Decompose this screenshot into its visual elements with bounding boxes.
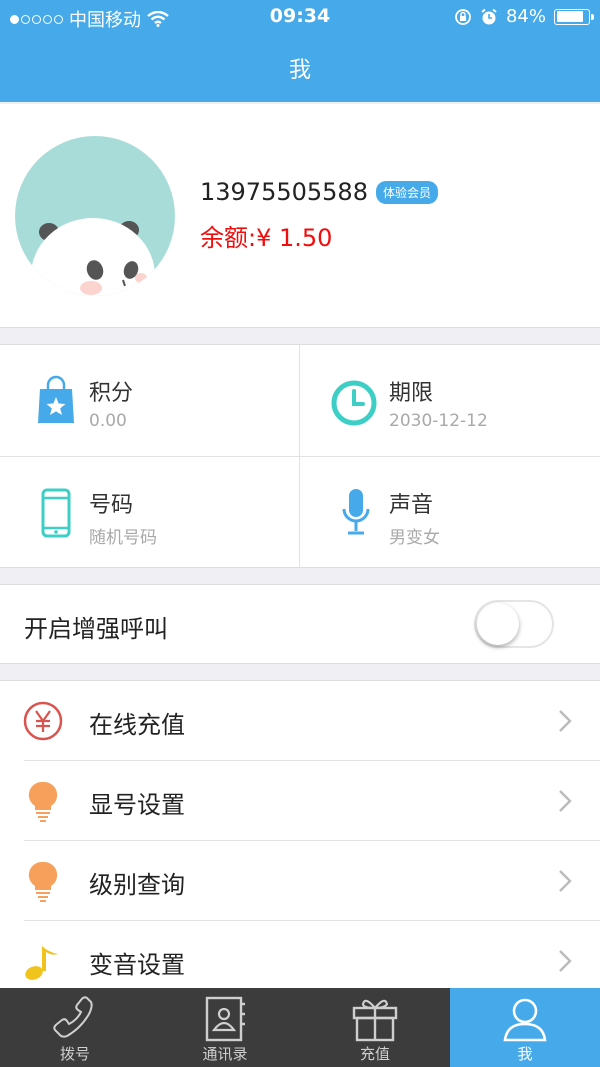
stat-points-value: 0.00 [89,411,127,431]
tab-bar: 拨号 通讯录 充值 我 [0,988,600,1067]
grid-divider-horizontal [0,456,600,457]
stats-grid: 积分 0.00 期限 2030-12-12 号码 随机号码 声音 男变女 [0,344,600,569]
stat-number-title: 号码 [89,493,134,518]
enhanced-call-toggle[interactable] [474,600,554,648]
member-badge: 体验会员 [375,180,438,204]
tab-me-label: 我 [517,1045,533,1063]
yen-circle-icon [23,701,63,741]
status-bar: 中国移动 09:34 84% [0,0,600,34]
panda-avatar[interactable] [15,136,175,296]
chevron-right-icon [559,870,572,892]
mobile-phone-icon [41,488,71,538]
stat-points[interactable]: 积分 0.00 [0,345,300,457]
tab-recharge-label: 充值 [359,1045,390,1063]
rotation-lock-icon [455,8,471,25]
microphone-icon [342,489,370,535]
stat-voice[interactable]: 声音 男变女 [300,457,600,569]
tab-dial[interactable]: 拨号 [0,988,150,1067]
profile-card[interactable]: 13975505588 体验会员 余额:¥ 1.50 [0,104,600,328]
shopping-bag-star-icon [38,375,74,423]
stat-expiry-value: 2030-12-12 [389,411,488,431]
settings-menu: 在线充值 显号设置 级别查询 变音设置 [0,680,600,990]
stat-expiry-title: 期限 [389,381,434,406]
battery-fill [556,11,583,22]
phone-handset-icon [53,996,93,1038]
stat-voice-title: 声音 [389,493,434,518]
phone-number: 13975505588 体验会员 [200,178,438,206]
menu-item-label: 在线充值 [89,711,185,739]
lightbulb-icon [28,861,58,902]
music-note-icon [25,946,58,980]
enhanced-call-label: 开启增强呼叫 [24,615,168,643]
gift-box-icon [352,999,398,1042]
stat-number[interactable]: 号码 随机号码 [0,457,300,569]
contacts-book-icon [205,996,245,1042]
stat-points-title: 积分 [89,381,134,406]
user-icon [503,998,547,1042]
stat-voice-value: 男变女 [389,528,440,548]
menu-item-voice-change[interactable]: 变音设置 [0,921,600,990]
menu-item-caller-id[interactable]: 显号设置 [0,761,600,841]
battery-percent: 84% [505,6,546,27]
grid-divider-vertical [299,345,300,569]
enhanced-call-row: 开启增强呼叫 [0,584,600,664]
menu-item-label: 级别查询 [89,871,185,899]
menu-item-level-query[interactable]: 级别查询 [0,841,600,921]
tab-me[interactable]: 我 [450,988,600,1067]
tab-contacts-label: 通讯录 [202,1045,248,1063]
menu-item-label: 显号设置 [89,791,185,819]
stat-number-value: 随机号码 [89,528,157,548]
chevron-right-icon [559,710,572,732]
menu-item-label: 变音设置 [89,951,185,979]
chevron-right-icon [559,950,572,972]
phone-number-text: 13975505588 [200,178,368,206]
tab-contacts[interactable]: 通讯录 [150,988,300,1067]
tab-dial-label: 拨号 [59,1045,90,1063]
battery-icon [554,8,594,25]
stat-expiry[interactable]: 期限 2030-12-12 [300,345,600,457]
alarm-icon [481,8,497,24]
tab-recharge[interactable]: 充值 [300,988,450,1067]
balance-text: 余额:¥ 1.50 [200,224,333,252]
page-title: 我 [288,58,311,83]
toggle-knob [477,603,519,645]
clock-icon [331,380,377,426]
status-right: 84% [454,6,594,27]
top-bar: 中国移动 09:34 84% 我 [0,0,600,102]
chevron-right-icon [559,790,572,812]
lightbulb-icon [28,781,58,822]
menu-item-online-recharge[interactable]: 在线充值 [0,681,600,761]
